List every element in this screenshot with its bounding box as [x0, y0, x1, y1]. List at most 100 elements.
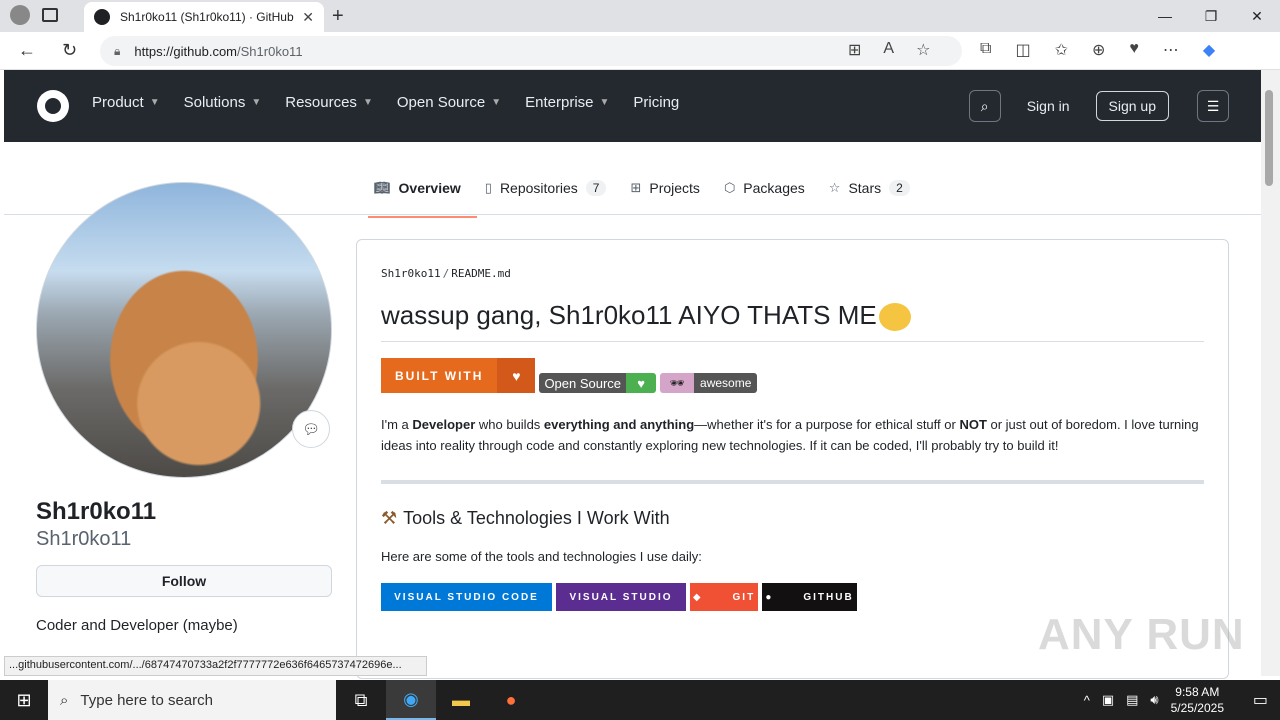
url-path: /Sh1r0ko11: [237, 43, 303, 59]
repo-icon: ▯: [484, 180, 492, 195]
firefox-icon[interactable]: ●: [486, 680, 536, 720]
volume-icon[interactable]: 🔊︎: [1150, 692, 1158, 708]
back-icon[interactable]: ←: [18, 40, 36, 61]
minimize-icon[interactable]: —: [1142, 0, 1188, 32]
git-badge[interactable]: ◆ GIT: [690, 583, 758, 611]
favorite-star-icon[interactable]: ☆: [916, 40, 930, 60]
clock[interactable]: 9:58 AM 5/25/2025: [1171, 684, 1224, 716]
tab-label: Stars: [848, 180, 882, 196]
nav-enterprise[interactable]: Enterprise ▼: [525, 94, 609, 111]
anyrun-watermark: ANY RUN: [1038, 610, 1245, 659]
tab-projects[interactable]: ⊞ Projects: [630, 180, 699, 208]
nav-product[interactable]: Product ▼: [92, 94, 160, 111]
url-bar[interactable]: 🔒︎ https://github.com/Sh1r0ko11: [100, 36, 962, 66]
network-icon[interactable]: ▤: [1126, 692, 1138, 708]
tab-label: Projects: [649, 180, 700, 196]
badge-label: awesome: [694, 373, 758, 393]
url-host: https://github.com: [134, 43, 238, 59]
github-badge[interactable]: ● GITHUB: [762, 583, 857, 611]
nav-resources[interactable]: Resources ▼: [285, 94, 373, 111]
extensions-icon[interactable]: ⧉: [980, 40, 991, 60]
vscode-badge[interactable]: VISUAL STUDIO CODE: [381, 583, 552, 611]
tab-label: Repositories: [499, 180, 578, 196]
search-icon: ⌕: [60, 691, 69, 709]
visual-studio-badge[interactable]: VISUAL STUDIO: [556, 583, 686, 611]
tab-close-icon[interactable]: ✕: [302, 9, 314, 26]
tools-subtitle: Here are some of the tools and technolog…: [381, 549, 702, 564]
nav-solutions[interactable]: Solutions ▼: [184, 94, 262, 111]
window-controls: — ❐ ✕: [1142, 0, 1280, 32]
favorites-icon[interactable]: ✩: [1055, 40, 1068, 60]
new-tab-icon[interactable]: +: [332, 5, 344, 28]
refresh-icon[interactable]: ↻: [62, 40, 77, 61]
tab-repositories[interactable]: ▯ Repositories 7: [485, 180, 607, 208]
github-mark-icon: ●: [765, 591, 774, 603]
chevron-up-icon[interactable]: ^: [1084, 693, 1090, 708]
browser-extensions: ⧉ ◫ ✩ ⊕ ♥ ⋯ ◆: [980, 40, 1215, 60]
follow-button[interactable]: Follow: [36, 565, 332, 597]
windows-start-icon[interactable]: ⊞: [0, 680, 48, 720]
github-logo-icon[interactable]: [37, 90, 69, 122]
maximize-icon[interactable]: ❐: [1188, 0, 1234, 32]
nav-label: Enterprise: [525, 94, 594, 111]
tab-overview[interactable]: 📖︎ Overview: [368, 180, 477, 218]
performance-icon[interactable]: ♥: [1129, 40, 1139, 60]
task-view-icon[interactable]: ⧉: [336, 680, 386, 720]
notifications-icon[interactable]: ▭: [1253, 690, 1268, 710]
sign-up-button[interactable]: Sign up: [1095, 91, 1169, 121]
badge-label: Open Source: [539, 373, 627, 393]
nav-open-source[interactable]: Open Source ▼: [397, 94, 501, 111]
sign-in-link[interactable]: Sign in: [1013, 98, 1084, 114]
built-with-love-badge[interactable]: BUILT WITH ♥: [381, 358, 536, 393]
tools-heading: ⚒ Tools & Technologies I Work With: [381, 508, 670, 529]
avatar[interactable]: [36, 182, 332, 478]
read-aloud-icon[interactable]: A: [883, 40, 894, 60]
tab-actions-icon[interactable]: [42, 8, 58, 22]
app-available-icon[interactable]: ⊞: [848, 40, 861, 60]
page-scrollbar[interactable]: [1261, 70, 1280, 676]
crumb-user[interactable]: Sh1r0ko11: [381, 267, 441, 280]
tab-stars[interactable]: ☆ Stars 2: [829, 180, 910, 208]
profile-tabs: 📖︎ Overview ▯ Repositories 7 ⊞ Projects ⬡ Pac…: [368, 180, 910, 218]
taskbar-apps: ⧉ ◉ ▬ ●: [336, 680, 536, 720]
open-source-badge[interactable]: Open Source ♥: [539, 373, 657, 393]
collections-icon[interactable]: ⊕: [1092, 40, 1105, 60]
edge-icon[interactable]: ◉: [386, 680, 436, 720]
lock-icon[interactable]: 🔒︎: [114, 44, 120, 59]
nav-label: Solutions: [183, 94, 246, 111]
chevron-down-icon: ▼: [251, 97, 262, 108]
readme-breadcrumb: Sh1r0ko11/README.md: [381, 267, 511, 280]
intro-paragraph: I'm a Developer who builds everything an…: [381, 414, 1204, 456]
status-comment-icon[interactable]: 💬︎: [292, 410, 330, 448]
device-icon[interactable]: ▣: [1102, 692, 1114, 708]
para-text: who builds: [475, 417, 544, 432]
package-icon: ⬡: [723, 180, 736, 195]
table-icon: ⊞: [630, 180, 642, 195]
star-icon: ☆: [828, 180, 841, 195]
profile-icon[interactable]: [10, 5, 30, 25]
settings-sliders-icon[interactable]: ☰: [1197, 90, 1229, 122]
tab-label: Packages: [743, 180, 805, 196]
split-screen-icon[interactable]: ◫: [1015, 40, 1030, 60]
titlebar-left: [10, 5, 58, 25]
awesome-badge[interactable]: 🕶︎ awesome: [660, 373, 758, 393]
nav-label: Open Source: [396, 94, 486, 111]
close-window-icon[interactable]: ✕: [1234, 0, 1280, 32]
screaming-face-icon: [878, 303, 911, 332]
title-divider: [381, 341, 1204, 342]
scrollbar-thumb[interactable]: [1265, 90, 1273, 186]
file-explorer-icon[interactable]: ▬: [436, 680, 486, 720]
search-icon[interactable]: ⌕: [968, 90, 1001, 122]
copilot-icon[interactable]: ◆: [1203, 40, 1215, 60]
browser-tab[interactable]: Sh1r0ko11 (Sh1r0ko11) · GitHub ✕: [84, 2, 324, 32]
chevron-down-icon: ▼: [149, 97, 160, 108]
heart-icon: ♥: [626, 373, 657, 393]
tab-packages[interactable]: ⬡ Packages: [724, 180, 805, 208]
chevron-down-icon: ▼: [362, 97, 373, 108]
chevron-down-icon: ▼: [491, 97, 502, 108]
nav-pricing[interactable]: Pricing: [633, 94, 679, 111]
more-menu-icon[interactable]: ⋯: [1163, 40, 1179, 60]
address-toolbar: ← ↻ 🔒︎ https://github.com/Sh1r0ko11 ⊞ A …: [0, 32, 1280, 70]
taskbar-search[interactable]: ⌕ Type here to search: [48, 680, 336, 720]
github-nav: Product ▼ Solutions ▼ Resources ▼ Open Sour…: [92, 94, 679, 111]
